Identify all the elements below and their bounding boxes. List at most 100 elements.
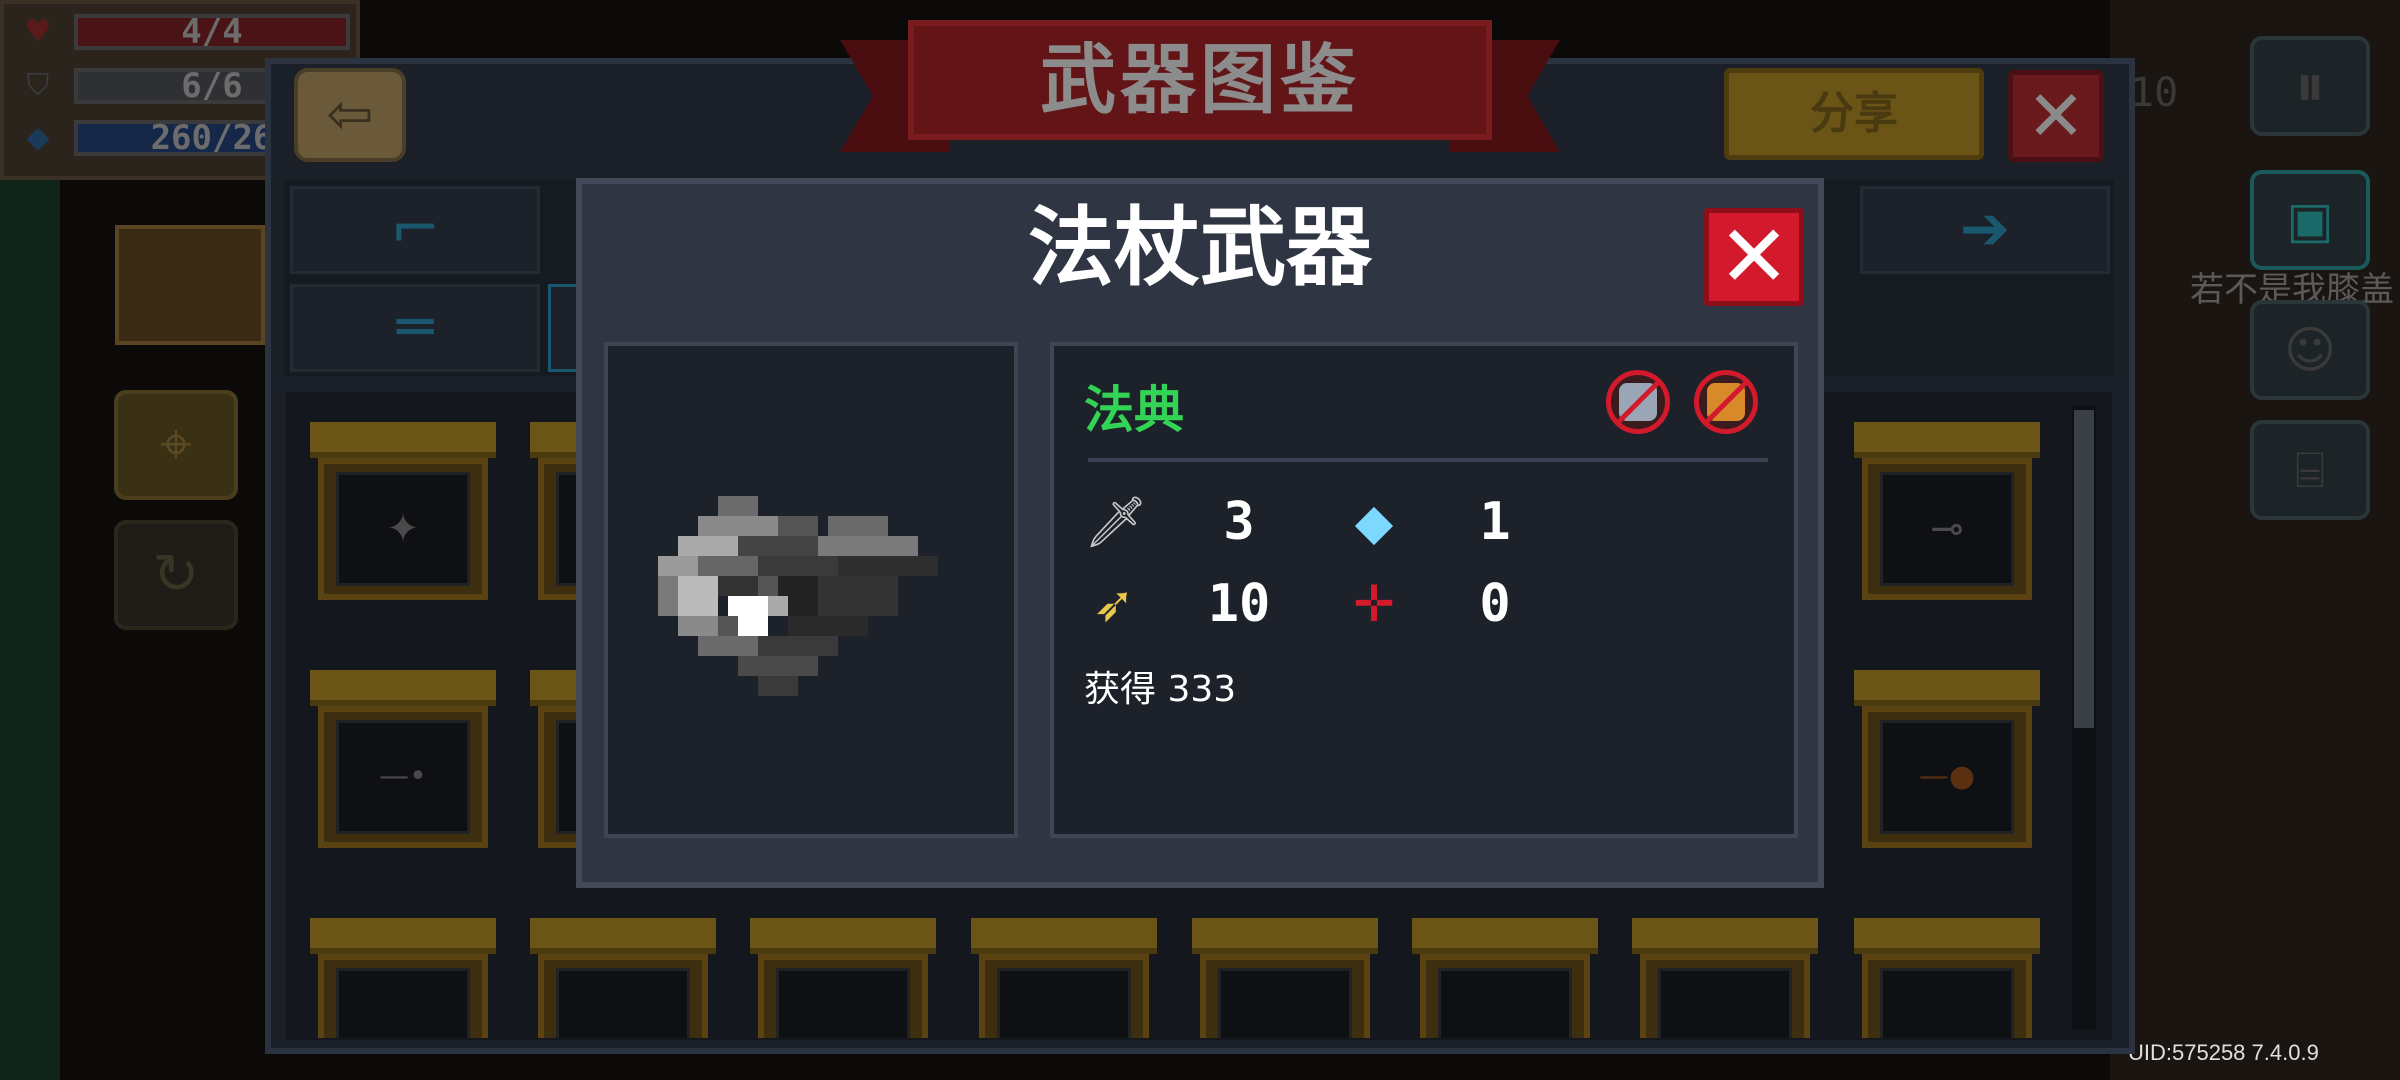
slot-shelf xyxy=(1854,670,2040,706)
diamond-icon: ◆ xyxy=(26,120,50,155)
slot-frame xyxy=(538,954,708,1038)
slot-inner xyxy=(556,968,690,1038)
slot-frame: ✦ xyxy=(318,458,488,600)
energy-crystal-icon: ◆ xyxy=(1354,493,1394,551)
game-scene-left xyxy=(0,160,60,1080)
share-label: 分享 xyxy=(1810,88,1898,139)
spellbook-weapon-icon xyxy=(658,496,938,696)
weapon-slot[interactable]: —• xyxy=(310,640,496,870)
tab-pistol[interactable]: ⌐ xyxy=(290,186,540,274)
share-button[interactable]: 分享 xyxy=(1724,68,1984,160)
slot-shelf xyxy=(971,918,1157,954)
slot-shelf xyxy=(310,918,496,954)
info-divider xyxy=(1088,458,1768,462)
stairs-button[interactable]: ⌸ xyxy=(2250,420,2370,520)
slot-shelf xyxy=(530,918,716,954)
health-value: 4/4 xyxy=(181,12,243,52)
weapon-thumbnail-icon: —● xyxy=(1918,759,1976,794)
weapon-slot[interactable] xyxy=(750,888,936,1038)
slot-frame xyxy=(979,954,1149,1038)
weapon-slot[interactable]: —● xyxy=(1854,640,2040,870)
tab-next[interactable]: ➔ xyxy=(1860,186,2110,274)
weapon-detail-popup: 法杖武器 ✕ 法典 🗡 3 ◆ 1 ➶ 10 ✛ 0 获得 333 xyxy=(576,178,1824,888)
arrow-right-icon: ➔ xyxy=(1959,194,2011,264)
shield-icon: ⛉ xyxy=(26,68,50,103)
weapon-thumbnail-icon: ✦ xyxy=(386,506,420,552)
slot-shelf xyxy=(1632,918,1818,954)
popup-close-button[interactable]: ✕ xyxy=(1704,208,1804,306)
slot-shelf xyxy=(750,918,936,954)
heart-icon: ♥ xyxy=(24,14,52,49)
weapon-preview-panel xyxy=(604,342,1018,838)
refresh-button[interactable]: ↻ xyxy=(114,520,238,630)
location-button[interactable]: ⌖ xyxy=(114,390,238,500)
weapon-slot[interactable] xyxy=(1192,888,1378,1038)
crit-dagger-icon: ➶ xyxy=(1093,575,1135,633)
back-arrow-icon: ⇦ xyxy=(326,82,374,147)
weapon-name: 法典 xyxy=(1084,381,1184,439)
weapon-slot[interactable]: ✦ xyxy=(310,392,496,622)
obtain-count: 获得 333 xyxy=(1084,669,1237,710)
title-banner: 武器图鉴 xyxy=(908,20,1492,140)
slot-inner: —● xyxy=(1880,720,2014,834)
slot-inner xyxy=(336,968,470,1038)
tab-rifle[interactable]: ═ xyxy=(290,284,540,372)
weapon-slot[interactable] xyxy=(310,888,496,1038)
slot-shelf xyxy=(1854,422,2040,458)
slot-inner: ✦ xyxy=(336,472,470,586)
weapon-slot[interactable] xyxy=(1412,888,1598,1038)
right-counter: 10 xyxy=(2130,70,2179,116)
rifle-icon: ═ xyxy=(396,292,434,362)
slot-frame: —• xyxy=(318,706,488,848)
slot-inner xyxy=(1218,968,1352,1038)
buff-card xyxy=(115,225,265,345)
weapon-grid-bottom-row xyxy=(286,888,2112,1038)
popup-title: 法杖武器 xyxy=(1028,198,1372,298)
grid-scrollbar-thumb[interactable] xyxy=(2074,410,2094,728)
profile-button[interactable]: ☺ xyxy=(2250,300,2370,400)
pistol-icon: ⌐ xyxy=(389,194,441,264)
no-pickup-icon xyxy=(1694,370,1758,434)
spread-crosshair-icon: ✛ xyxy=(1353,575,1395,633)
weapon-slot[interactable] xyxy=(1854,888,2040,1038)
slot-frame xyxy=(1862,954,2032,1038)
back-button[interactable]: ⇦ xyxy=(294,68,406,162)
weapon-thumbnail-icon: ⊸ xyxy=(1930,506,1964,552)
game-scene-right xyxy=(2110,0,2400,1080)
slot-shelf xyxy=(310,422,496,458)
slot-inner xyxy=(776,968,910,1038)
window-title: 武器图鉴 xyxy=(1040,35,1360,124)
slot-frame: —● xyxy=(1862,706,2032,848)
weapon-thumbnail-icon: —• xyxy=(379,759,427,794)
slot-inner xyxy=(997,968,1131,1038)
health-row: ♥ 4/4 xyxy=(20,12,350,52)
slot-shelf xyxy=(1412,918,1598,954)
damage-value: 3 xyxy=(1223,492,1255,552)
slot-frame: ⊸ xyxy=(1862,458,2032,600)
spread-value: 0 xyxy=(1479,574,1511,634)
close-icon: ✕ xyxy=(1717,207,1791,307)
slot-inner xyxy=(1658,968,1792,1038)
weapon-slot[interactable] xyxy=(530,888,716,1038)
slot-shelf xyxy=(1854,918,2040,954)
no-melee-icon xyxy=(1606,370,1670,434)
pause-button[interactable]: ⏸ xyxy=(2250,36,2370,136)
slot-inner: ⊸ xyxy=(1880,472,2014,586)
person-icon: ☺ xyxy=(2283,321,2337,379)
chat-button[interactable]: ▣ xyxy=(2250,170,2370,270)
slot-inner xyxy=(1438,968,1572,1038)
location-pin-icon: ⌖ xyxy=(160,412,192,477)
uid-version-label: UID:575258 7.4.0.9 xyxy=(2128,1040,2319,1065)
weapon-slot[interactable] xyxy=(971,888,1157,1038)
slot-shelf xyxy=(310,670,496,706)
damage-sword-icon: 🗡 xyxy=(1084,493,1148,551)
chat-icon: ▣ xyxy=(2286,191,2334,249)
slot-shelf xyxy=(1192,918,1378,954)
slot-frame xyxy=(1640,954,1810,1038)
close-window-button[interactable]: ✕ xyxy=(2008,70,2104,162)
close-icon: ✕ xyxy=(2026,75,2086,157)
slot-frame xyxy=(1200,954,1370,1038)
weapon-slot[interactable]: ⊸ xyxy=(1854,392,2040,622)
weapon-slot[interactable] xyxy=(1632,888,1818,1038)
crit-value: 10 xyxy=(1207,574,1271,634)
